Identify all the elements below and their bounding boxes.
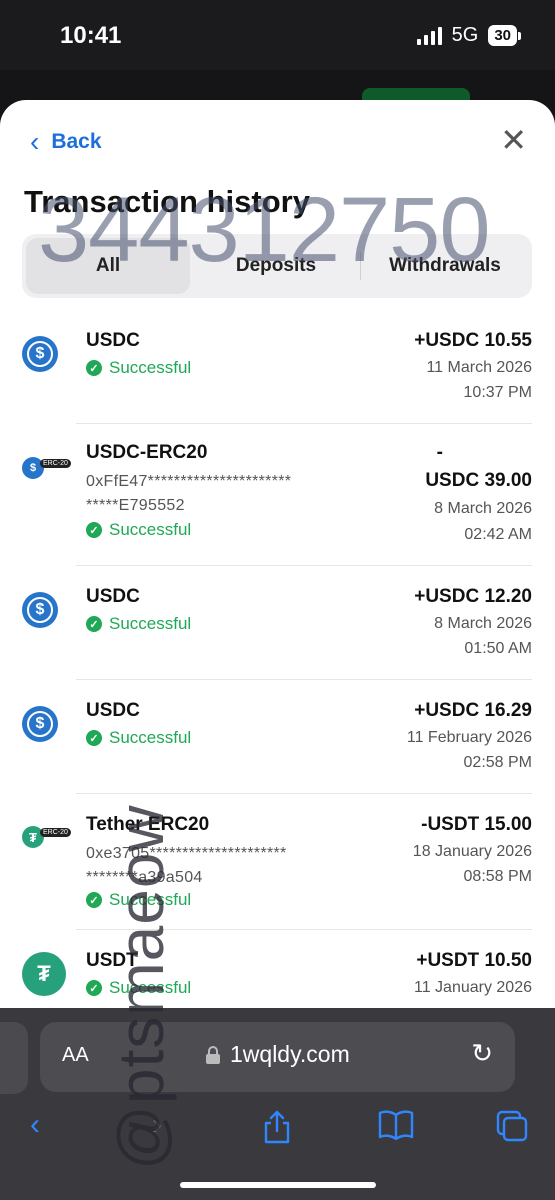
wallet-address-text: 0xFfE47********************** *****E7955… — [86, 473, 292, 514]
signal-icon — [416, 26, 442, 45]
status-badge: ✓ Successful — [86, 728, 191, 748]
text-size-button[interactable]: AA — [62, 1044, 89, 1067]
url-text: 1wqldy.com — [230, 1041, 350, 1067]
status-text: Successful — [109, 614, 192, 633]
previous-tab-edge[interactable] — [0, 1022, 28, 1094]
usdc-icon: $ — [22, 336, 58, 372]
back-arrow-icon[interactable]: ‹ — [30, 1110, 40, 1140]
transaction-name: USDC-ERC20 — [86, 442, 208, 463]
tether-icon: ₮ — [22, 952, 66, 996]
network-label: 5G — [451, 24, 479, 46]
home-indicator — [180, 1182, 376, 1188]
status-text: Successful — [109, 520, 192, 539]
check-icon: ✓ — [86, 980, 102, 996]
browser-bar: AA 1wqldy.com ↻ ‹ › — [0, 1008, 555, 1200]
browser-toolbar: ‹ › — [0, 1100, 555, 1156]
chevron-left-icon: ‹ — [30, 126, 40, 157]
transaction-date: 11 February 2026 — [406, 729, 532, 746]
tab-withdrawals[interactable]: Withdrawals — [362, 238, 528, 294]
check-icon: ✓ — [86, 616, 102, 632]
transaction-history-sheet: ‹ Back ✕ Transaction history All Deposit… — [0, 100, 555, 1008]
status-indicators: 5G 30 — [416, 24, 521, 47]
transaction-date: 11 January 2026 — [413, 979, 532, 996]
wallet-address-text: 0xe3705********************* ********a39… — [86, 845, 287, 886]
back-label: Back — [51, 130, 102, 153]
transaction-time: 02:58 PM — [463, 754, 532, 771]
close-icon[interactable]: ✕ — [500, 124, 527, 156]
transaction-date: 8 March 2026 — [434, 500, 532, 517]
transaction-time: 10:37 PM — [463, 384, 532, 401]
lock-icon — [206, 1046, 220, 1064]
check-icon: ✓ — [86, 360, 102, 376]
transaction-time: 08:58 PM — [463, 868, 532, 885]
erc20-badge: ERC-20 — [40, 828, 71, 837]
transaction-date: 11 March 2026 — [426, 359, 532, 376]
status-badge: ✓ Successful — [86, 614, 191, 634]
usdc-icon: $ — [22, 706, 58, 742]
tab-all[interactable]: All — [26, 238, 190, 294]
tab-deposits[interactable]: Deposits — [192, 238, 360, 294]
amount-sign: - — [436, 442, 443, 463]
transaction-name: USDC — [86, 700, 140, 721]
divider — [76, 565, 532, 566]
wallet-address: 0xe3705********************* ********a39… — [86, 842, 386, 890]
battery-icon: 30 — [488, 25, 521, 46]
transaction-amount: +USDC 16.29 — [414, 700, 532, 721]
status-text: Successful — [109, 728, 192, 747]
back-button[interactable]: ‹ Back — [30, 128, 102, 156]
transaction-amount: -USDT 15.00 — [421, 814, 532, 835]
transaction-name: USDC — [86, 330, 140, 351]
check-icon: ✓ — [86, 730, 102, 746]
reload-icon[interactable]: ↻ — [471, 1038, 493, 1069]
status-badge: ✓ Successful — [86, 890, 191, 910]
status-badge: ✓ Successful — [86, 978, 191, 998]
wallet-address: 0xFfE47********************** *****E7955… — [86, 470, 406, 518]
filter-tabs: All Deposits Withdrawals — [22, 234, 532, 298]
divider — [76, 423, 532, 424]
usdc-icon: $ — [22, 592, 58, 628]
divider — [76, 679, 532, 680]
transaction-amount: +USDC 10.55 — [414, 330, 532, 351]
transaction-amount: +USDC 12.20 — [414, 586, 532, 607]
page-title: Transaction history — [24, 184, 310, 219]
transaction-time: 02:42 AM — [464, 526, 532, 543]
check-icon: ✓ — [86, 522, 102, 538]
share-icon[interactable] — [262, 1110, 292, 1150]
divider — [76, 929, 532, 930]
status-badge: ✓ Successful — [86, 358, 191, 378]
transaction-name: USDT — [86, 950, 138, 971]
transaction-amount: +USDT 10.50 — [416, 950, 532, 971]
transaction-name: USDC — [86, 586, 140, 607]
status-text: Successful — [109, 358, 192, 377]
transaction-date: 18 January 2026 — [412, 843, 532, 860]
check-icon: ✓ — [86, 892, 102, 908]
forward-arrow-icon[interactable]: › — [152, 1110, 162, 1140]
status-time: 10:41 — [60, 22, 122, 49]
tab-separator — [360, 252, 361, 280]
transaction-amount: USDC 39.00 — [425, 470, 532, 491]
transaction-time: 01:50 AM — [464, 640, 532, 657]
status-badge: ✓ Successful — [86, 520, 191, 540]
tabs-icon[interactable] — [496, 1110, 528, 1148]
status-bar: 10:41 5G 30 — [0, 0, 555, 70]
erc20-badge: ERC-20 — [40, 459, 71, 468]
address-bar[interactable]: AA 1wqldy.com ↻ — [40, 1022, 515, 1092]
status-text: Successful — [109, 978, 192, 997]
divider — [76, 793, 532, 794]
bookmarks-icon[interactable] — [378, 1110, 414, 1146]
transaction-date: 8 March 2026 — [434, 615, 532, 632]
status-text: Successful — [109, 890, 192, 909]
transaction-name: Tether ERC20 — [86, 814, 210, 835]
